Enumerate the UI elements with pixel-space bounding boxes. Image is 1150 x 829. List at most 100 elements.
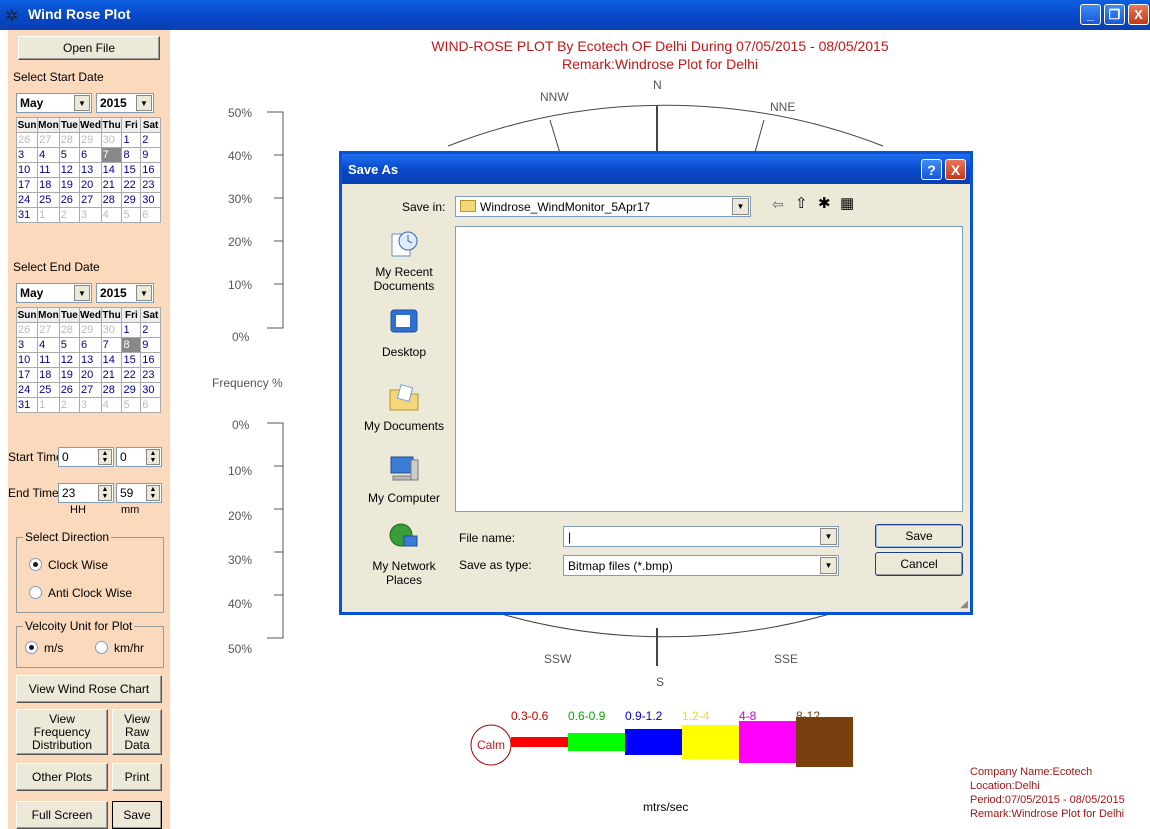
place-recent[interactable]: My Recent Documents xyxy=(356,226,452,293)
calendar-day-selected[interactable]: 8 xyxy=(121,337,142,353)
calendar-day[interactable]: 9 xyxy=(140,147,161,163)
calendar-day[interactable]: 18 xyxy=(37,177,60,193)
calendar-day[interactable]: 4 xyxy=(100,397,123,413)
calendar-day[interactable]: 19 xyxy=(58,177,81,193)
place-documents[interactable]: My Documents xyxy=(356,380,452,433)
calendar-day[interactable]: 1 xyxy=(121,322,142,338)
resize-grip-icon[interactable]: ◢ xyxy=(960,599,968,610)
view-raw-data-button[interactable]: View Raw Data xyxy=(112,709,162,755)
save-type-select[interactable]: Bitmap files (*.bmp) ▼ xyxy=(563,555,839,576)
window-title-bar[interactable]: ✲ Wind Rose Plot _ ❐ X xyxy=(0,0,1150,30)
start-hour-spinner[interactable]: 0 ▲ ▼ xyxy=(58,447,114,467)
calendar-day[interactable]: 30 xyxy=(100,132,123,148)
calendar-day[interactable]: 1 xyxy=(37,207,60,223)
calendar-day[interactable]: 22 xyxy=(121,177,142,193)
anticlockwise-radio[interactable]: Anti Clock Wise xyxy=(29,586,132,600)
spin-arrows-icon[interactable]: ▲ ▼ xyxy=(98,485,112,501)
calendar-day[interactable]: 30 xyxy=(140,382,161,398)
calendar-day[interactable]: 3 xyxy=(79,397,102,413)
calendar-day[interactable]: 18 xyxy=(37,367,60,383)
calendar-day[interactable]: 17 xyxy=(15,367,39,383)
calendar-day[interactable]: 30 xyxy=(140,192,161,208)
print-button[interactable]: Print xyxy=(112,763,162,791)
calendar-day[interactable]: 6 xyxy=(140,207,161,223)
start-date-calendar[interactable]: Sun Mon Tue Wed Thu Fri Sat 26 27 28 29 30 1 2 34567… xyxy=(15,117,161,223)
open-file-button[interactable]: Open File xyxy=(18,36,160,60)
view-frequency-distribution-button[interactable]: View Frequency Distribution xyxy=(16,709,108,755)
calendar-day[interactable]: 24 xyxy=(15,192,39,208)
calendar-day[interactable]: 6 xyxy=(140,397,161,413)
calendar-day[interactable]: 25 xyxy=(37,192,60,208)
calendar-day[interactable]: 1 xyxy=(37,397,60,413)
calendar-day[interactable]: 11 xyxy=(37,162,60,178)
calendar-day[interactable]: 12 xyxy=(58,352,81,368)
new-folder-icon[interactable]: ✱ xyxy=(818,194,831,212)
calendar-day[interactable]: 26 xyxy=(58,192,81,208)
calendar-day[interactable]: 4 xyxy=(100,207,123,223)
calendar-day[interactable]: 30 xyxy=(100,322,123,338)
place-computer[interactable]: My Computer xyxy=(356,452,452,505)
minimize-button[interactable]: _ xyxy=(1080,4,1101,25)
chevron-down-icon[interactable]: ▼ xyxy=(820,528,837,545)
calendar-day[interactable]: 16 xyxy=(140,162,161,178)
view-menu-icon[interactable]: ▦ xyxy=(840,194,854,212)
calendar-day[interactable]: 26 xyxy=(15,322,39,338)
calendar-day[interactable]: 27 xyxy=(37,322,60,338)
spin-arrows-icon[interactable]: ▲ ▼ xyxy=(146,485,160,501)
chevron-down-icon[interactable]: ▼ xyxy=(136,95,152,111)
end-date-calendar[interactable]: Sun Mon Tue Wed Thu Fri Sat 26 27 28 29 30 1 2 34567… xyxy=(15,307,161,413)
start-minute-spinner[interactable]: 0 ▲ ▼ xyxy=(116,447,162,467)
calendar-day[interactable]: 17 xyxy=(15,177,39,193)
calendar-day[interactable]: 13 xyxy=(79,352,102,368)
calendar-day[interactable]: 20 xyxy=(79,367,102,383)
calendar-day[interactable]: 3 xyxy=(15,337,39,353)
calendar-day[interactable]: 1 xyxy=(121,132,142,148)
calendar-day[interactable]: 2 xyxy=(140,322,161,338)
other-plots-button[interactable]: Other Plots xyxy=(16,763,108,791)
calendar-day[interactable]: 19 xyxy=(58,367,81,383)
spin-arrows-icon[interactable]: ▲ ▼ xyxy=(146,449,160,465)
ms-radio[interactable]: m/s xyxy=(25,641,63,655)
calendar-day-selected[interactable]: 7 xyxy=(100,147,123,163)
kmhr-radio[interactable]: km/hr xyxy=(95,641,144,655)
calendar-day[interactable]: 10 xyxy=(15,352,39,368)
place-desktop[interactable]: Desktop xyxy=(356,306,452,359)
calendar-day[interactable]: 3 xyxy=(79,207,102,223)
calendar-day[interactable]: 25 xyxy=(37,382,60,398)
calendar-day[interactable]: 23 xyxy=(140,177,161,193)
help-button[interactable]: ? xyxy=(921,159,942,180)
calendar-day[interactable]: 28 xyxy=(58,322,81,338)
file-name-input[interactable]: | ▼ xyxy=(563,526,839,547)
chevron-down-icon[interactable]: ▼ xyxy=(136,285,152,301)
calendar-day[interactable]: 13 xyxy=(79,162,102,178)
calendar-day[interactable]: 9 xyxy=(140,337,161,353)
end-year-select[interactable]: 2015 ▼ xyxy=(96,283,154,303)
calendar-day[interactable]: 21 xyxy=(100,367,123,383)
calendar-day[interactable]: 24 xyxy=(15,382,39,398)
calendar-day[interactable]: 28 xyxy=(100,192,123,208)
calendar-day[interactable]: 29 xyxy=(121,192,142,208)
calendar-day[interactable]: 5 xyxy=(121,397,142,413)
calendar-day[interactable]: 6 xyxy=(79,337,102,353)
calendar-day[interactable]: 7 xyxy=(100,337,123,353)
place-network[interactable]: My Network Places xyxy=(356,520,452,587)
calendar-day[interactable]: 3 xyxy=(15,147,39,163)
spin-arrows-icon[interactable]: ▲ ▼ xyxy=(98,449,112,465)
full-screen-button[interactable]: Full Screen xyxy=(16,801,108,829)
calendar-day[interactable]: 2 xyxy=(58,207,81,223)
end-month-select[interactable]: May ▼ xyxy=(16,283,92,303)
calendar-day[interactable]: 20 xyxy=(79,177,102,193)
close-button[interactable]: X xyxy=(1128,4,1149,25)
dialog-save-button[interactable]: Save xyxy=(875,524,963,548)
calendar-day[interactable]: 27 xyxy=(37,132,60,148)
back-icon[interactable]: ⇦ xyxy=(772,196,784,213)
end-minute-spinner[interactable]: 59 ▲ ▼ xyxy=(116,483,162,503)
calendar-day[interactable]: 26 xyxy=(58,382,81,398)
calendar-day[interactable]: 8 xyxy=(121,147,142,163)
calendar-day[interactable]: 14 xyxy=(100,162,123,178)
chevron-down-icon[interactable]: ▼ xyxy=(732,198,749,215)
save-button[interactable]: Save xyxy=(112,801,162,829)
calendar-day[interactable]: 14 xyxy=(100,352,123,368)
dialog-title-bar[interactable]: Save As ? X xyxy=(342,154,970,184)
calendar-day[interactable]: 27 xyxy=(79,192,102,208)
